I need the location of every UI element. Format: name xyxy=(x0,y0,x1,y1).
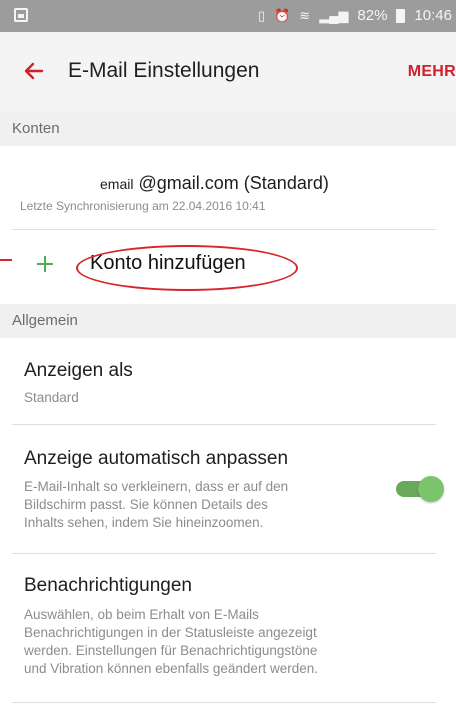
annotation-ellipse xyxy=(76,245,298,291)
section-header-accounts: Konten xyxy=(0,112,456,146)
section-header-label: Allgemein xyxy=(12,312,78,329)
display-as-title: Anzeigen als xyxy=(24,360,133,381)
clock: 10:46 xyxy=(414,7,452,24)
auto-fit-description: E-Mail-Inhalt so verkleinern, dass er au… xyxy=(24,479,289,530)
divider xyxy=(12,702,436,703)
notification-icon xyxy=(14,8,28,22)
last-sync-text: Letzte Synchronisierung am 22.04.2016 10… xyxy=(20,199,266,213)
app-bar: E-Mail Einstellungen MEHR xyxy=(0,32,456,112)
status-bar: ▯ ⏰ ≋ ▂▄▆ 82% 10:46 xyxy=(0,0,456,32)
status-icons: ▯ ⏰ ≋ ▂▄▆ 82% 10:46 xyxy=(258,7,452,24)
arrow-left-icon[interactable] xyxy=(22,59,46,83)
alarm-icon: ⏰ xyxy=(274,7,291,23)
notifications-title: Benachrichtigungen xyxy=(24,575,192,596)
toggle-knob xyxy=(418,476,444,502)
battery-percent: 82% xyxy=(357,7,388,24)
more-button[interactable]: MEHR xyxy=(408,63,456,81)
wifi-icon: ≋ xyxy=(299,7,311,23)
notifications-description: Auswählen, ob beim Erhalt von E-Mails Be… xyxy=(24,607,318,676)
plus-icon xyxy=(37,256,53,272)
section-header-label: Konten xyxy=(12,120,60,137)
display-as-value: Standard xyxy=(24,390,79,405)
page-title: E-Mail Einstellungen xyxy=(68,59,260,82)
auto-fit-title: Anzeige automatisch anpassen xyxy=(24,448,289,469)
divider xyxy=(12,229,436,230)
battery-icon xyxy=(396,8,406,23)
annotation-mark xyxy=(0,259,12,261)
account-email: email @gmail.com (Standard) xyxy=(100,173,329,193)
section-header-general: Allgemein xyxy=(0,304,456,338)
signal-icon: ▂▄▆ xyxy=(319,7,349,23)
vibrate-icon: ▯ xyxy=(257,7,266,23)
auto-fit-toggle[interactable] xyxy=(396,476,446,502)
